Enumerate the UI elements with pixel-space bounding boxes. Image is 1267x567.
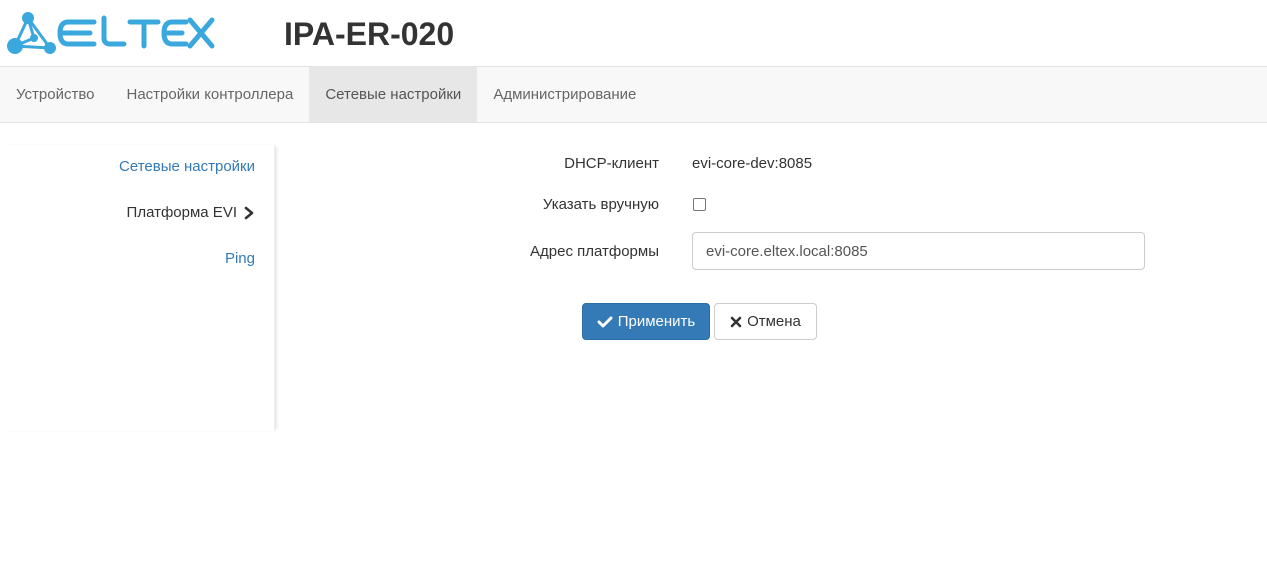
apply-button[interactable]: Применить — [582, 303, 710, 340]
side-menu: Сетевые настройки Платформа EVI Ping — [0, 145, 275, 431]
platform-address-label: Адрес платформы — [530, 243, 659, 260]
tab-network-settings[interactable]: Сетевые настройки — [309, 67, 478, 122]
device-title: IPA-ER-020 — [284, 16, 455, 52]
apply-button-label: Применить — [617, 313, 696, 330]
sidebar-item-label: Платформа EVI — [126, 204, 237, 221]
sidebar-item-network-settings[interactable]: Сетевые настройки — [119, 158, 255, 175]
tab-administration[interactable]: Администрирование — [477, 67, 652, 122]
eltex-logo — [6, 10, 216, 56]
manual-checkbox[interactable] — [693, 198, 706, 211]
app-header: IPA-ER-020 — [0, 0, 1267, 67]
cancel-button-label: Отмена — [747, 313, 801, 330]
chevron-right-icon — [244, 206, 254, 219]
manual-label: Указать вручную — [542, 196, 659, 213]
dhcp-client-label: DHCP-клиент — [564, 155, 659, 172]
cancel-button[interactable]: Отмена — [714, 303, 817, 340]
tab-controller-settings[interactable]: Настройки контроллера — [110, 67, 309, 122]
sidebar-item-evi-platform[interactable]: Платформа EVI — [127, 204, 255, 221]
tab-device[interactable]: Устройство — [0, 67, 110, 122]
platform-address-input[interactable] — [692, 232, 1145, 270]
close-icon — [730, 316, 742, 327]
sidebar-item-label: Ping — [224, 250, 255, 267]
top-nav: Устройство Настройки контроллера Сетевые… — [0, 66, 1267, 123]
sidebar-item-label: Сетевые настройки — [119, 158, 255, 175]
sidebar-item-ping[interactable]: Ping — [225, 250, 255, 267]
check-icon — [597, 316, 613, 327]
dhcp-client-value: evi-core-dev:8085 — [692, 155, 813, 172]
